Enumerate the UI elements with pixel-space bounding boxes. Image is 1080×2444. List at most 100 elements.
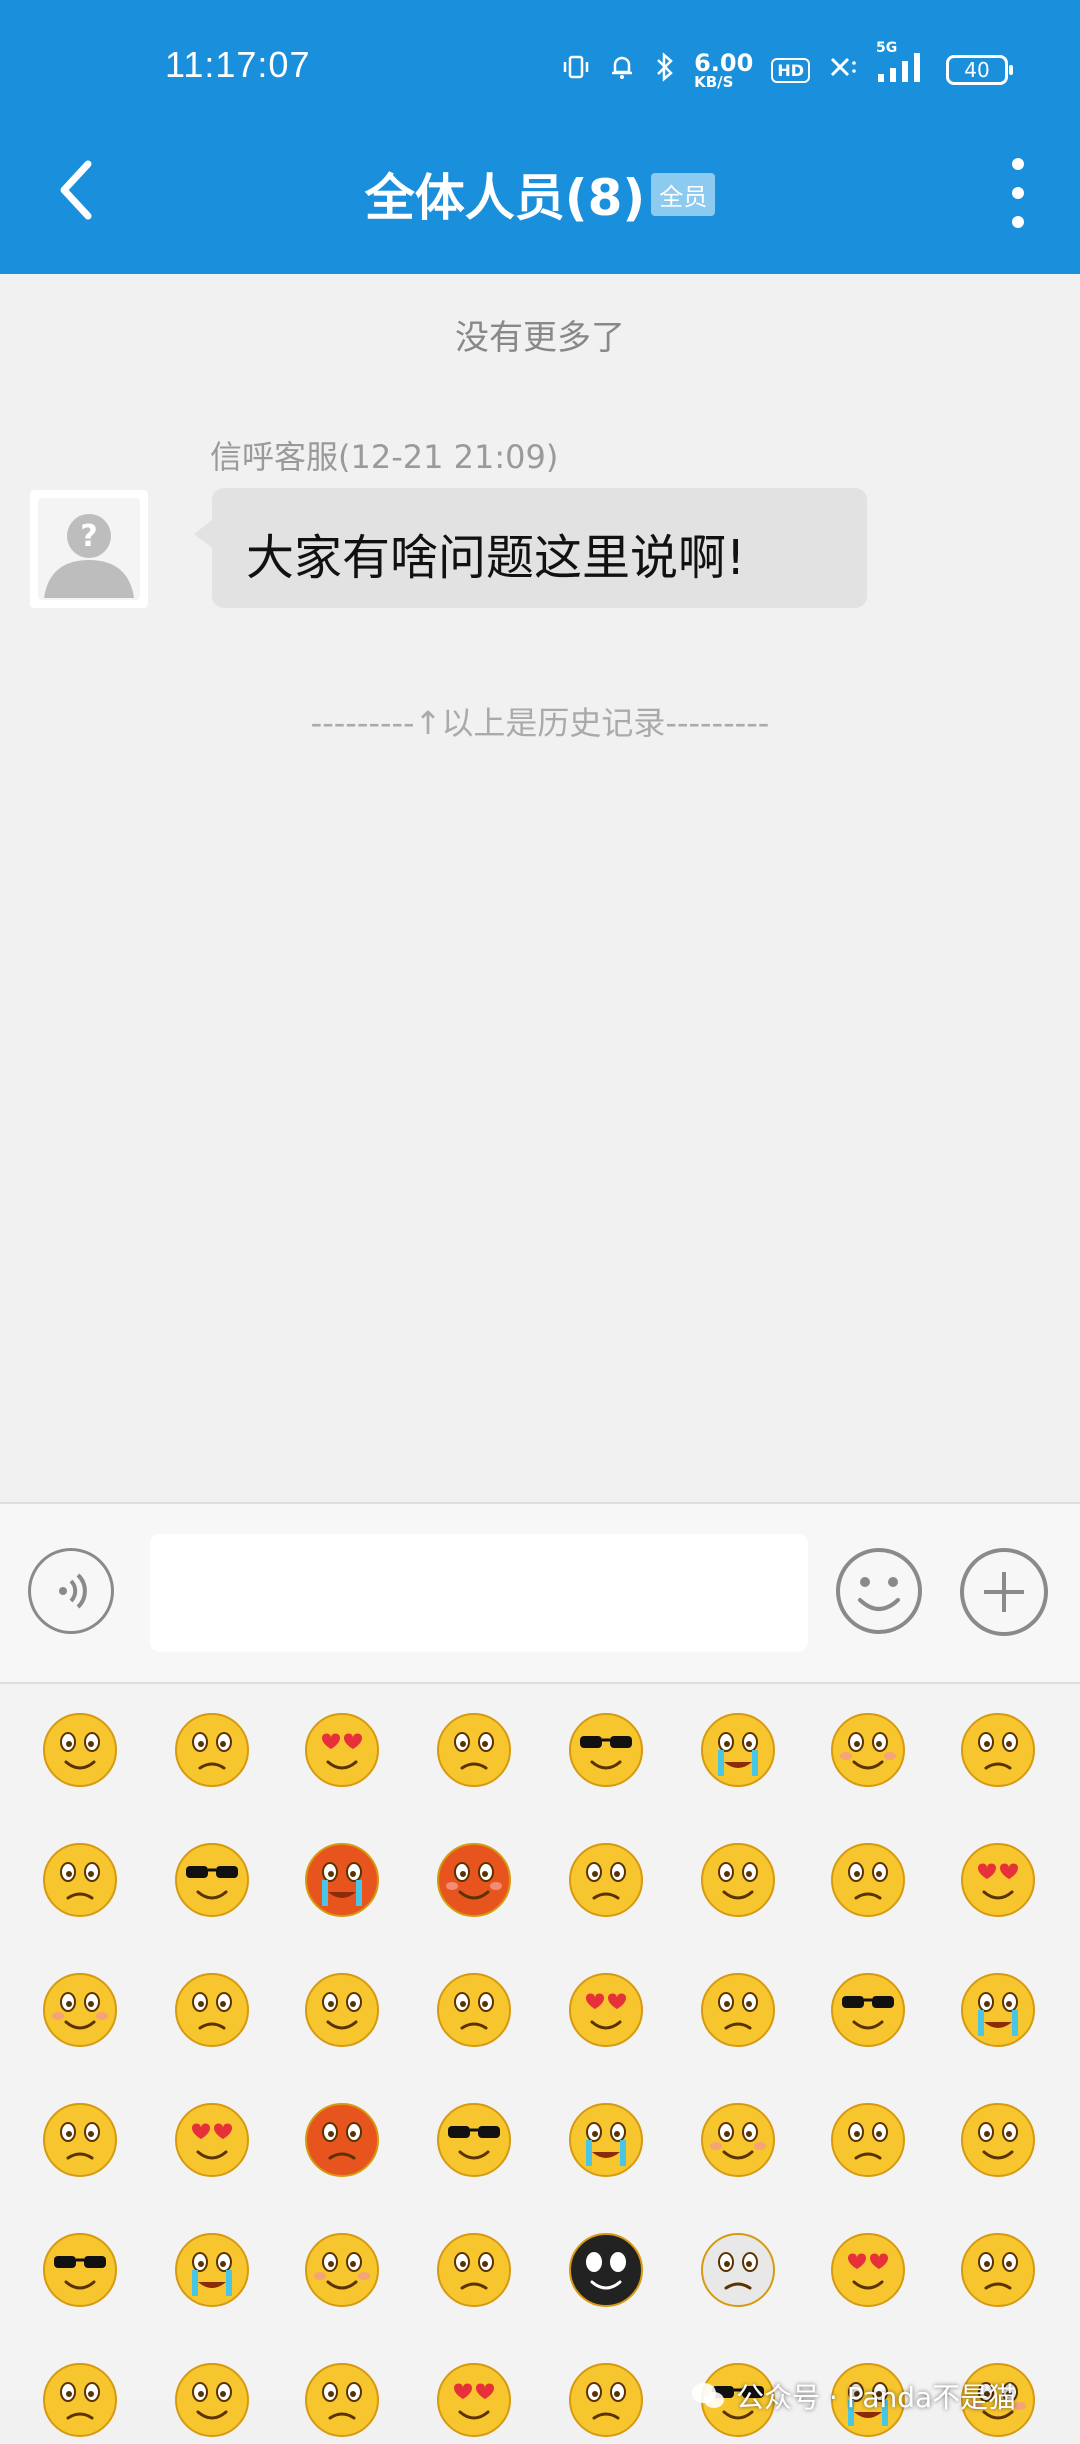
- battery-indicator: 40: [946, 55, 1013, 85]
- emoji-item[interactable]: [40, 2230, 120, 2310]
- emoji-item[interactable]: [302, 2100, 382, 2180]
- emoji-item[interactable]: [302, 2230, 382, 2310]
- emoji-item[interactable]: [958, 1710, 1038, 1790]
- emoji-item[interactable]: [172, 1970, 252, 2050]
- emoji-button[interactable]: [834, 1546, 924, 1636]
- bluetooth-icon: [654, 52, 676, 88]
- emoji-face-icon: [305, 1713, 379, 1787]
- emoji-face-icon: [175, 2233, 249, 2307]
- message-bubble[interactable]: 大家有啥问题这里说啊!: [194, 488, 867, 608]
- emoji-face-icon: [831, 2233, 905, 2307]
- emoji-item[interactable]: [434, 1970, 514, 2050]
- emoji-item[interactable]: [434, 2100, 514, 2180]
- emoji-item[interactable]: [40, 2360, 120, 2440]
- wechat-icon: [692, 2383, 724, 2408]
- emoji-face-icon: [831, 1973, 905, 2047]
- emoji-face-icon: [43, 1713, 117, 1787]
- plus-icon: [960, 1548, 1048, 1636]
- emoji-face-icon: [437, 1843, 511, 1917]
- more-menu-button[interactable]: [1006, 158, 1030, 228]
- alarm-icon: [608, 53, 636, 87]
- emoji-face-icon: [305, 2233, 379, 2307]
- emoji-face-icon: [831, 1843, 905, 1917]
- signal-icon: 5G: [876, 40, 928, 90]
- emoji-item[interactable]: [828, 1970, 908, 2050]
- emoji-item[interactable]: [434, 1710, 514, 1790]
- emoji-face-icon: [701, 2233, 775, 2307]
- avatar[interactable]: ?: [30, 490, 148, 608]
- emoji-face-icon: [43, 2233, 117, 2307]
- emoji-item[interactable]: [828, 2230, 908, 2310]
- emoji-face-icon: [569, 2363, 643, 2437]
- emoji-item[interactable]: [172, 2230, 252, 2310]
- emoji-item[interactable]: [566, 2230, 646, 2310]
- hd-badge: HD: [771, 57, 810, 83]
- emoji-face-icon: [701, 1713, 775, 1787]
- more-dot-icon: [1012, 216, 1024, 228]
- emoji-item[interactable]: [302, 2360, 382, 2440]
- header-title-area: 全体人员(8) 全员: [0, 158, 1080, 230]
- emoji-item[interactable]: [698, 1970, 778, 2050]
- emoji-face-icon: [961, 2103, 1035, 2177]
- emoji-item[interactable]: [40, 2100, 120, 2180]
- emoji-face-icon: [175, 1973, 249, 2047]
- more-dot-icon: [1012, 187, 1024, 199]
- emoji-face-icon: [43, 2363, 117, 2437]
- emoji-item[interactable]: [172, 2360, 252, 2440]
- emoji-face-icon: [175, 2363, 249, 2437]
- emoji-face-icon: [961, 2233, 1035, 2307]
- emoji-item[interactable]: [434, 1840, 514, 1920]
- emoji-face-icon: [569, 1713, 643, 1787]
- emoji-face-icon: [305, 1843, 379, 1917]
- emoji-face-icon: [437, 1713, 511, 1787]
- emoji-face-icon: [831, 1713, 905, 1787]
- emoji-item[interactable]: [958, 1970, 1038, 2050]
- page-title: 全体人员(8): [364, 169, 646, 227]
- emoji-face-icon: [437, 2233, 511, 2307]
- emoji-item[interactable]: [698, 1840, 778, 1920]
- emoji-item[interactable]: [828, 2100, 908, 2180]
- emoji-item[interactable]: [828, 1840, 908, 1920]
- emoji-item[interactable]: [958, 1840, 1038, 1920]
- emoji-face-icon: [569, 2103, 643, 2177]
- emoji-item[interactable]: [40, 1840, 120, 1920]
- emoji-item[interactable]: [958, 2230, 1038, 2310]
- emoji-item[interactable]: [40, 1710, 120, 1790]
- message-sender-line: 信呼客服(12-21 21:09): [210, 438, 559, 476]
- emoji-face-icon: [831, 2103, 905, 2177]
- emoji-item[interactable]: [828, 1710, 908, 1790]
- emoji-item[interactable]: [566, 1840, 646, 1920]
- emoji-item[interactable]: [566, 1970, 646, 2050]
- plus-button[interactable]: [958, 1546, 1050, 1638]
- voice-button[interactable]: [28, 1548, 114, 1634]
- emoji-face-icon: [305, 1973, 379, 2047]
- message-input[interactable]: [150, 1534, 808, 1652]
- emoji-face-icon: [43, 1843, 117, 1917]
- emoji-face-icon: [305, 2103, 379, 2177]
- emoji-item[interactable]: [302, 1970, 382, 2050]
- emoji-item[interactable]: [434, 2360, 514, 2440]
- emoji-item[interactable]: [302, 1710, 382, 1790]
- emoji-item[interactable]: [566, 2360, 646, 2440]
- emoji-item[interactable]: [302, 1840, 382, 1920]
- emoji-item[interactable]: [434, 2230, 514, 2310]
- all-members-badge: 全员: [651, 172, 716, 216]
- watermark: 公众号 · Panda不是猫: [690, 2376, 1016, 2416]
- emoji-face-icon: [175, 1843, 249, 1917]
- emoji-item[interactable]: [698, 2230, 778, 2310]
- emoji-item[interactable]: [172, 2100, 252, 2180]
- emoji-face-icon: [175, 2103, 249, 2177]
- emoji-item[interactable]: [698, 2100, 778, 2180]
- emoji-face-icon: [701, 1973, 775, 2047]
- voice-icon: [59, 1573, 87, 1609]
- emoji-item[interactable]: [172, 1710, 252, 1790]
- emoji-panel: [0, 1684, 1080, 2437]
- emoji-item[interactable]: [698, 1710, 778, 1790]
- emoji-item[interactable]: [566, 2100, 646, 2180]
- emoji-item[interactable]: [958, 2100, 1038, 2180]
- emoji-face-icon: [961, 1973, 1035, 2047]
- emoji-item[interactable]: [566, 1710, 646, 1790]
- emoji-item[interactable]: [40, 1970, 120, 2050]
- emoji-item[interactable]: [172, 1840, 252, 1920]
- emoji-face-icon: [701, 2103, 775, 2177]
